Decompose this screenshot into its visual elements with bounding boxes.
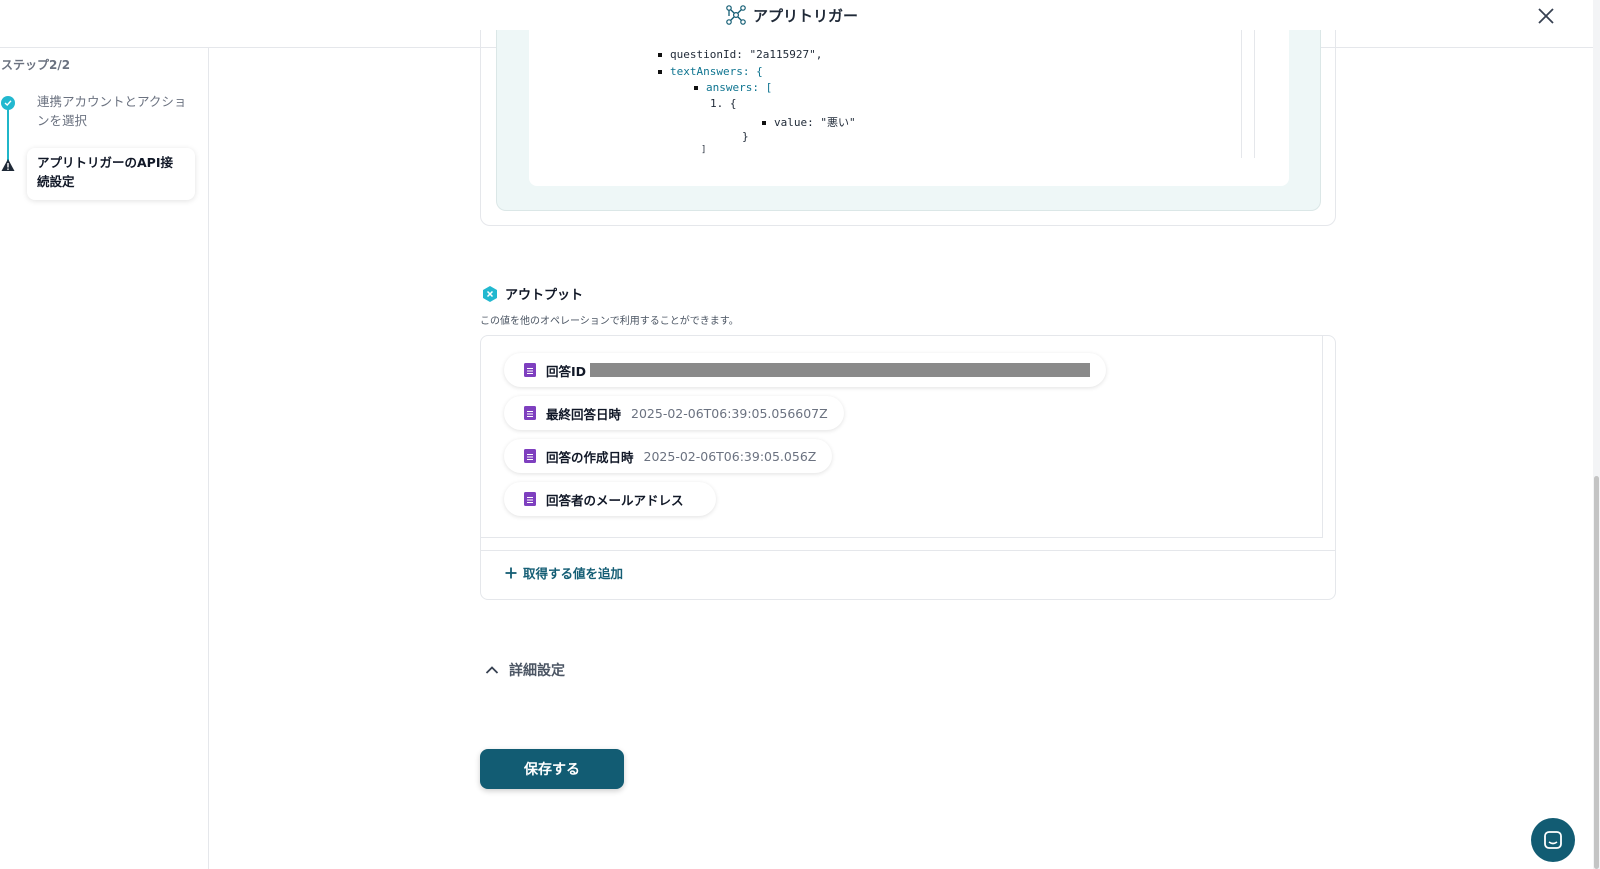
output-heading: アウトプット xyxy=(481,284,583,303)
advanced-settings-toggle[interactable]: 詳細設定 xyxy=(485,660,565,680)
json-preview: questionId: "2a115927", textAnswers: { a… xyxy=(529,30,1289,186)
output-item-label: 回答者のメールアドレス xyxy=(546,492,684,508)
output-panel: 回答ID 最終回答日時 2025-02-06T06:39:05.056607Z … xyxy=(480,335,1336,600)
output-item-label: 回答の作成日時 xyxy=(546,449,634,465)
document-icon xyxy=(524,449,536,463)
output-item-label: 最終回答日時 xyxy=(546,406,622,422)
document-icon xyxy=(524,492,536,506)
document-icon xyxy=(524,363,536,377)
code-line: 1. { xyxy=(710,97,737,110)
warning-icon xyxy=(1,159,15,171)
output-item-response-id[interactable]: 回答ID xyxy=(504,353,1107,387)
document-icon xyxy=(524,406,536,420)
close-button[interactable] xyxy=(1533,3,1559,29)
redacted-value xyxy=(590,363,1091,377)
step-connector xyxy=(7,106,9,162)
output-list: 回答ID 最終回答日時 2025-02-06T06:39:05.056607Z … xyxy=(481,336,1323,538)
code-line: } xyxy=(742,130,749,143)
network-nodes-icon xyxy=(726,5,746,25)
code-line: ] xyxy=(701,145,707,155)
code-line: answers: [ xyxy=(694,81,772,94)
sidebar-step-api-settings[interactable]: アプリトリガーのAPI接続設定 xyxy=(27,148,195,200)
plus-icon xyxy=(505,567,517,578)
output-heading-text: アウトプット xyxy=(505,288,584,303)
check-circle-icon xyxy=(1,96,15,110)
save-button[interactable]: 保存する xyxy=(480,749,624,789)
close-icon xyxy=(1538,8,1554,24)
output-item-respondent-email[interactable]: 回答者のメールアドレス xyxy=(504,482,716,516)
output-description: この値を他のオペレーションで利用することができます。 xyxy=(480,316,739,327)
add-value-button[interactable]: 取得する値を追加 xyxy=(505,563,623,582)
add-value-label: 取得する値を追加 xyxy=(523,566,624,581)
code-line: value: "悪い" xyxy=(762,114,856,130)
divider xyxy=(481,550,1335,551)
output-item-last-submitted[interactable]: 最終回答日時 2025-02-06T06:39:05.056607Z xyxy=(504,396,844,430)
app-title: アプリトリガー xyxy=(725,4,858,26)
sidebar-step-select-action[interactable]: 連携アカウントとアクションを選択 xyxy=(37,92,187,130)
chat-icon xyxy=(1544,831,1562,849)
app-title-text: アプリトリガー xyxy=(753,6,859,25)
chat-launcher-button[interactable] xyxy=(1531,818,1575,862)
output-item-value: 2025-02-06T06:39:05.056607Z xyxy=(631,405,828,421)
request-preview-inner: questionId: "2a115927", textAnswers: { a… xyxy=(496,30,1321,211)
step-heading: ステップ2/2 xyxy=(1,58,71,72)
code-line: questionId: "2a115927", xyxy=(658,48,822,61)
page-scrollbar[interactable] xyxy=(1593,0,1600,869)
output-item-label: 回答ID xyxy=(546,363,587,379)
output-item-value: 2025-02-06T06:39:05.056Z xyxy=(643,448,817,464)
page-scroll-thumb[interactable] xyxy=(1594,476,1599,869)
yoom-hexagon-icon xyxy=(483,285,497,302)
code-scrollbar[interactable] xyxy=(1241,30,1255,158)
code-line: textAnswers: { xyxy=(658,65,763,78)
output-item-created-time[interactable]: 回答の作成日時 2025-02-06T06:39:05.056Z xyxy=(504,439,833,473)
advanced-settings-label: 詳細設定 xyxy=(509,663,565,679)
request-preview-panel: questionId: "2a115927", textAnswers: { a… xyxy=(480,30,1336,226)
step-sidebar: ステップ2/2 連携アカウントとアクションを選択 アプリトリガーのAPI接続設定 xyxy=(0,48,209,869)
chevron-up-icon xyxy=(485,666,499,674)
